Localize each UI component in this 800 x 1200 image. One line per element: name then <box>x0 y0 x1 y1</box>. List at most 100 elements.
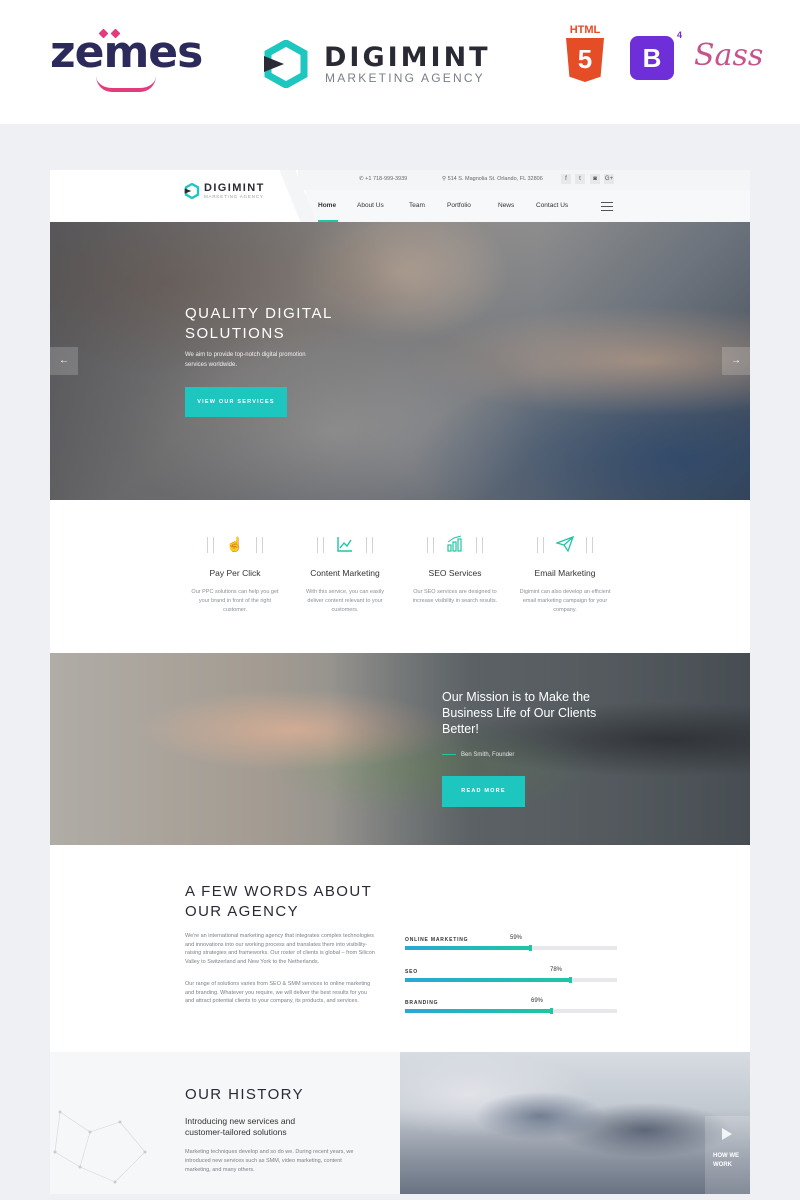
how-we-work-video-button[interactable]: HOW WE WORK <box>705 1116 750 1194</box>
arrow-right-icon[interactable]: → <box>722 347 750 375</box>
bootstrap-version: 4 <box>676 30 682 40</box>
read-more-button[interactable]: READ MORE <box>442 776 525 807</box>
icon-divider <box>213 537 214 553</box>
nav-contact-us[interactable]: Contact Us <box>536 202 568 209</box>
skill-fill <box>405 946 530 950</box>
how-we-work-label: HOW WE WORK <box>713 1153 739 1168</box>
twitter-icon[interactable]: t <box>575 174 585 184</box>
icon-divider <box>256 537 257 553</box>
technology-badges: HTML 5 B 4 Sass <box>560 24 763 88</box>
skill-track <box>405 977 617 983</box>
zemes-wordmark: zemes <box>50 27 203 78</box>
network-decoration <box>53 1110 147 1184</box>
zemes-smile-mark <box>96 76 156 92</box>
about-paragraph: Our range of solutions varies from SEO &… <box>185 981 371 1005</box>
team-photo: HOW WE WORK <box>400 1052 750 1194</box>
instagram-icon[interactable]: ◙ <box>590 174 600 184</box>
icon-divider <box>433 537 434 553</box>
icon-divider <box>543 537 544 553</box>
facebook-icon[interactable]: f <box>561 174 571 184</box>
site-logo[interactable]: DIGIMINT MARKETING AGENCY <box>184 182 294 204</box>
service-title: Content Marketing <box>310 568 380 578</box>
history-title: OUR HISTORY <box>185 1086 305 1103</box>
bar-chart-icon <box>447 535 462 552</box>
google-plus-icon[interactable]: G+ <box>604 174 614 184</box>
product-banner: zemes DIGIMINT MARKETING AGENCY HTML 5 B… <box>0 0 800 124</box>
brand-name: DIGIMINT <box>324 42 491 73</box>
about-title: A FEW WORDS ABOUT OUR AGENCY <box>185 883 372 920</box>
digimint-banner-logo: DIGIMINT MARKETING AGENCY <box>262 40 492 88</box>
icon-divider <box>427 537 428 553</box>
pointer-click-icon: ☝ <box>226 536 244 552</box>
skill-knob <box>569 977 572 983</box>
skill-branding: BRANDING 69% <box>405 998 617 1024</box>
mission-section: Our Mission is to Make the Business Life… <box>50 653 750 845</box>
icon-divider <box>262 537 263 553</box>
zemes-logo[interactable]: zemes <box>50 28 205 92</box>
digimint-logo-icon <box>264 40 308 88</box>
icon-divider <box>592 537 593 553</box>
nav-team[interactable]: Team <box>409 202 425 209</box>
skill-name: ONLINE MARKETING <box>405 937 469 943</box>
service-email-marketing[interactable]: Email Marketing Digimint can also develo… <box>519 534 611 615</box>
icon-divider <box>586 537 587 553</box>
skill-percent: 78% <box>550 967 563 973</box>
icon-divider <box>476 537 477 553</box>
nav-news[interactable]: News <box>498 202 514 209</box>
service-icon-frame <box>535 534 595 556</box>
icon-divider <box>482 537 483 553</box>
mission-author-name: Ben Smith, Founder <box>461 752 515 758</box>
skill-knob <box>550 1008 553 1014</box>
skill-name: SEO <box>405 969 418 975</box>
service-icon-frame <box>425 534 485 556</box>
author-dash <box>442 753 456 755</box>
icon-divider <box>537 537 538 553</box>
mission-author: Ben Smith, Founder <box>442 752 514 758</box>
skill-online-marketing: ONLINE MARKETING 59% <box>405 935 617 961</box>
arrow-left-icon[interactable]: ← <box>50 347 78 375</box>
paper-plane-icon <box>556 535 574 553</box>
service-description: Our PPC solutions can help you get your … <box>191 589 279 613</box>
icon-divider <box>372 537 373 553</box>
phone-number: +1 718-999-3939 <box>365 176 408 182</box>
service-title: Email Marketing <box>534 568 596 578</box>
service-title: SEO Services <box>428 568 482 578</box>
service-title: Pay Per Click <box>209 568 261 578</box>
play-icon <box>722 1128 732 1140</box>
nav-home[interactable]: Home <box>318 202 336 209</box>
skill-track <box>405 945 617 951</box>
line-chart-icon <box>337 537 352 552</box>
skill-percent: 69% <box>531 998 544 1004</box>
nav-portfolio[interactable]: Portfolio <box>447 202 471 209</box>
service-description: Our SEO services are designed to increas… <box>412 589 498 604</box>
address-contact: ⚲ 514 S. Magnolia St. Orlando, FL 32806 <box>442 176 543 182</box>
service-pay-per-click[interactable]: ☝ Pay Per Click Our PPC solutions can he… <box>189 534 281 615</box>
mission-title: Our Mission is to Make the Business Life… <box>442 690 597 736</box>
services-section: ☝ Pay Per Click Our PPC solutions can he… <box>50 500 750 653</box>
nav-about-us[interactable]: About Us <box>357 202 384 209</box>
icon-divider <box>207 537 208 553</box>
service-seo[interactable]: SEO Services Our SEO services are design… <box>409 534 501 606</box>
service-content-marketing[interactable]: Content Marketing With this service, you… <box>299 534 391 615</box>
view-services-button[interactable]: VIEW OUR SERVICES <box>185 387 287 417</box>
skill-track <box>405 1008 617 1014</box>
icon-divider <box>366 537 367 553</box>
skill-name: BRANDING <box>405 1000 439 1006</box>
history-section: OUR HISTORY Introducing new services and… <box>50 1052 750 1194</box>
skill-percent: 59% <box>510 935 523 941</box>
history-text: Marketing techniques develop and so do w… <box>185 1149 354 1173</box>
hero-title: QUALITY DIGITAL SOLUTIONS <box>185 305 333 342</box>
mission-overlay <box>50 653 750 845</box>
html5-label: HTML <box>569 24 601 36</box>
html5-icon: HTML 5 <box>563 24 607 84</box>
menu-icon[interactable] <box>601 202 613 211</box>
site-logo-tagline: MARKETING AGENCY <box>204 194 264 199</box>
phone-contact[interactable]: ✆ +1 718-999-3939 <box>359 176 407 182</box>
service-description: With this service, you can easily delive… <box>306 589 384 613</box>
skill-knob <box>529 945 532 951</box>
service-icon-frame: ☝ <box>205 534 265 556</box>
hero-slider: QUALITY DIGITAL SOLUTIONS We aim to prov… <box>50 222 750 500</box>
skill-fill <box>405 1009 551 1013</box>
brand-tagline: MARKETING AGENCY <box>325 71 485 85</box>
service-description: Digimint can also develop an efficient e… <box>519 589 611 613</box>
